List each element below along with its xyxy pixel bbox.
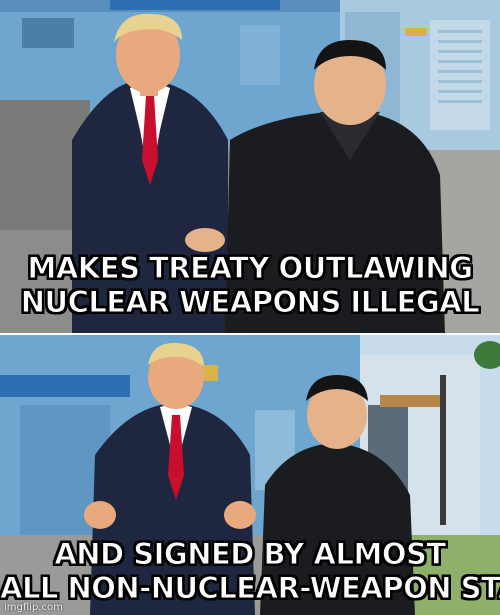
top-panel-photo: MAKES TREATY OUTLAWING NUCLEAR WEAPONS I… — [0, 0, 500, 334]
meme-image: MAKES TREATY OUTLAWING NUCLEAR WEAPONS I… — [0, 0, 500, 615]
top-caption: MAKES TREATY OUTLAWING NUCLEAR WEAPONS I… — [0, 251, 500, 320]
bottom-panel-photo: AND SIGNED BY ALMOST ALL NON-NUCLEAR-WEA… — [0, 335, 500, 615]
bottom-caption-line-2: ALL NON-NUCLEAR-WEAPON STATES — [0, 571, 500, 606]
bottom-caption-line-1: AND SIGNED BY ALMOST — [54, 537, 447, 572]
imgflip-watermark: imgflip.com — [4, 602, 63, 613]
bottom-caption: AND SIGNED BY ALMOST ALL NON-NUCLEAR-WEA… — [0, 537, 500, 606]
top-caption-line-1: MAKES TREATY OUTLAWING — [27, 251, 474, 286]
top-caption-line-2: NUCLEAR WEAPONS ILLEGAL — [20, 285, 480, 320]
